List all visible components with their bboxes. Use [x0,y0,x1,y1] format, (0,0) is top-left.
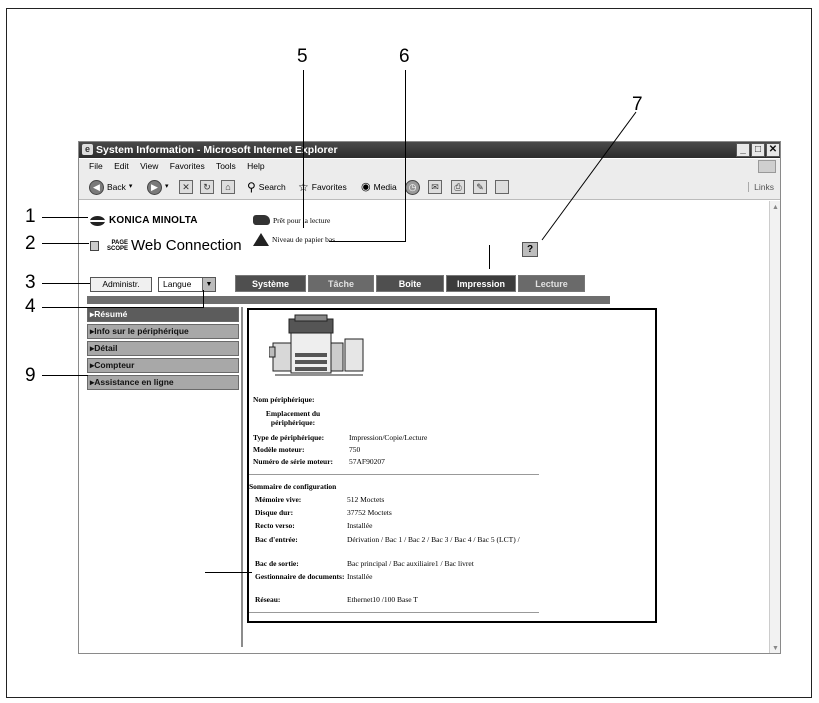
menu-favorites[interactable]: Favorites [170,161,205,171]
sidebar-item-detail[interactable]: ▸Détail [87,341,239,356]
callout-line-3 [42,283,90,284]
tab-bar-divider [87,296,610,304]
callout-9: 9 [25,365,36,386]
callout-3: 3 [25,272,36,293]
vertical-scrollbar[interactable]: ▲ ▼ [769,201,780,653]
help-button[interactable]: ? [522,242,538,257]
sidebar-menu: ▸Résumé ▸Info sur le périphérique ▸Détai… [87,307,239,392]
sidebar-item-info-peripherique[interactable]: ▸Info sur le périphérique [87,324,239,339]
tab-boite[interactable]: Boîte [376,275,444,292]
callout-line-5 [303,70,304,228]
links-button[interactable]: Links [748,182,774,192]
messenger-button[interactable] [495,179,509,195]
menu-edit[interactable]: Edit [114,161,129,171]
pagescope-icon [90,240,99,251]
mail-button[interactable]: ✉ [428,179,442,195]
callout-line-10 [205,572,252,573]
sidebar-item-assistance[interactable]: ▸Assistance en ligne [87,375,239,390]
tab-impression[interactable]: Impression [446,275,516,292]
search-button[interactable]: ⚲ Search [247,179,286,195]
title-bar: e System Information - Microsoft Interne… [79,142,780,158]
mail-icon: ✉ [428,180,442,194]
sidebar-separator [241,307,243,647]
sidebar-item-compteur[interactable]: ▸Compteur [87,358,239,373]
callout-line-1 [42,217,88,218]
callout-line-8 [489,245,490,269]
home-icon: ⌂ [221,180,235,194]
ie-icon: e [82,144,93,155]
edit-icon: ✎ [473,180,487,194]
menu-file[interactable]: File [89,161,103,171]
callout-line-7 [541,111,637,241]
history-button[interactable]: ◷ [405,179,420,195]
callout-2: 2 [25,233,36,254]
language-select[interactable]: Langue ▼ [158,277,216,292]
tab-lecture[interactable]: Lecture [518,275,585,292]
home-button[interactable]: ⌂ [221,179,235,195]
status-ready: Prêt pour la lecture [253,215,330,225]
administrator-button[interactable]: Administr. [90,277,152,292]
scroll-down-icon[interactable]: ▼ [771,644,780,653]
stop-icon: ✕ [179,180,193,194]
messenger-icon [495,180,509,194]
callout-line-4 [42,307,204,308]
callout-4: 4 [25,296,36,317]
refresh-button[interactable]: ↻ [200,179,214,195]
print-icon: ⎙ [451,180,465,194]
media-button[interactable]: ◉ Media [361,179,397,195]
status-paper-low: Niveau de papier bas [253,233,335,246]
browser-window: e System Information - Microsoft Interne… [78,141,781,654]
konica-minolta-logo: KONICA MINOLTA [90,215,198,226]
callout-line-4b [203,290,204,308]
window-title: System Information - Microsoft Internet … [96,144,338,156]
edit-button[interactable]: ✎ [473,179,487,195]
konica-minolta-mark-icon [90,215,105,226]
main-tabs: Système Tâche Boîte Impression Lecture [235,275,585,292]
menu-help[interactable]: Help [247,161,264,171]
dropdown-arrow-icon: ▾ [165,183,169,190]
toolbar: ◀ Back ▾ ▶ ▾ ✕ ↻ ⌂ ⚲ Search ☆ Favorites … [79,173,780,200]
search-icon: ⚲ [247,180,256,194]
dropdown-arrow-icon: ▾ [128,183,133,190]
menu-bar: File Edit View Favorites Tools Help [79,159,780,173]
windows-logo-icon [758,160,776,173]
maximize-button[interactable]: □ [751,143,765,157]
tab-systeme[interactable]: Système [235,275,306,292]
callout-6: 6 [399,46,410,67]
callout-5: 5 [297,46,308,67]
back-button[interactable]: ◀ Back ▾ [89,179,132,195]
menu-tools[interactable]: Tools [216,161,236,171]
callout-1: 1 [25,206,36,227]
callout-line-9 [42,375,88,376]
back-arrow-icon: ◀ [89,179,104,195]
summary-highlight-frame [247,308,657,623]
sidebar-item-resume[interactable]: ▸Résumé [87,307,239,322]
page-content: KONICA MINOLTA PAGE SCOPE Web Connection… [79,201,780,653]
history-icon: ◷ [405,179,420,195]
callout-line-2 [42,243,89,244]
menu-view[interactable]: View [140,161,158,171]
favorites-button[interactable]: ☆ Favorites [298,179,347,195]
stop-button[interactable]: ✕ [179,179,193,195]
pagescope-logo: PAGE SCOPE Web Connection [90,237,242,254]
callout-line-6 [405,70,406,241]
forward-button[interactable]: ▶ ▾ [147,179,169,195]
device-icon [253,215,270,225]
print-button[interactable]: ⎙ [451,179,465,195]
refresh-icon: ↻ [200,180,214,194]
warning-icon [253,233,269,246]
minimize-button[interactable]: _ [736,143,750,157]
tab-tache[interactable]: Tâche [308,275,374,292]
media-icon: ◉ [361,181,371,193]
forward-arrow-icon: ▶ [147,179,162,195]
scroll-up-icon[interactable]: ▲ [771,203,780,212]
callout-line-6b [329,241,406,242]
close-button[interactable]: ✕ [766,143,780,157]
